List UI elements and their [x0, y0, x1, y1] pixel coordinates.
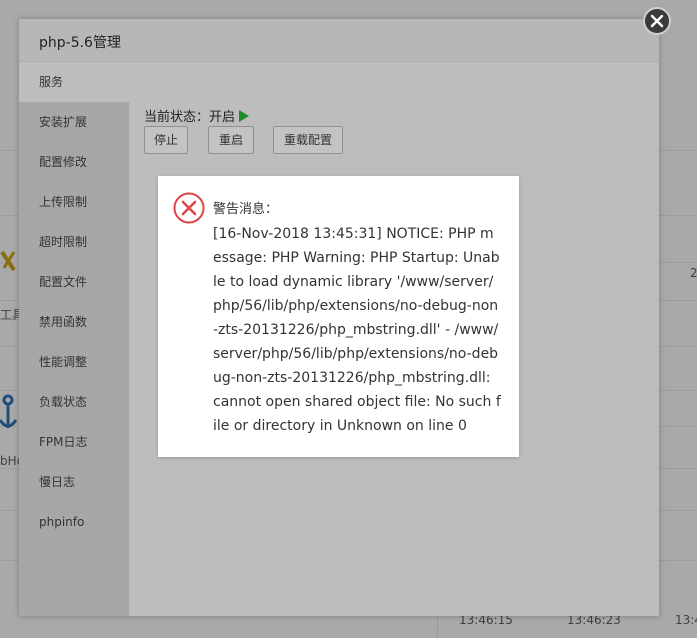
- sidebar-item-install-extension[interactable]: 安装扩展: [19, 102, 129, 142]
- sidebar-item-timeout-limit[interactable]: 超时限制: [19, 222, 129, 262]
- alert-title: 警告消息：: [213, 202, 279, 217]
- sidebar-item-service[interactable]: 服务: [19, 62, 129, 102]
- close-dialog-button[interactable]: [643, 7, 671, 35]
- sidebar-item-load-status[interactable]: 负载状态: [19, 382, 129, 422]
- dialog-titlebar: php-5.6管理: [19, 19, 659, 62]
- sidebar-item-slow-log[interactable]: 慢日志: [19, 462, 129, 502]
- close-icon: [650, 14, 664, 28]
- alert-body: 警告消息： [16-Nov-2018 13:45:31] NOTICE: PHP…: [213, 198, 501, 438]
- alert-message: [16-Nov-2018 13:45:31] NOTICE: PHP messa…: [213, 226, 501, 434]
- warning-alert: 警告消息： [16-Nov-2018 13:45:31] NOTICE: PHP…: [158, 176, 519, 457]
- sidebar-item-fpm-log[interactable]: FPM日志: [19, 422, 129, 462]
- sidebar-item-upload-limit[interactable]: 上传限制: [19, 182, 129, 222]
- sidebar-item-disabled-functions[interactable]: 禁用函数: [19, 302, 129, 342]
- dialog-sidebar: 服务 安装扩展 配置修改 上传限制 超时限制 配置文件 禁用函数 性能调整 负载…: [19, 62, 129, 616]
- error-icon: [173, 192, 205, 224]
- restart-button[interactable]: 重启: [208, 126, 254, 154]
- sidebar-item-config-edit[interactable]: 配置修改: [19, 142, 129, 182]
- stop-button[interactable]: 停止: [144, 126, 188, 154]
- reload-config-button[interactable]: 重载配置: [273, 126, 343, 154]
- status-text: 当前状态：开启: [144, 110, 236, 125]
- dialog-title: php-5.6管理: [39, 35, 121, 51]
- sidebar-item-performance[interactable]: 性能调整: [19, 342, 129, 382]
- sidebar-item-phpinfo[interactable]: phpinfo: [19, 502, 129, 542]
- service-status: 当前状态：开启: [144, 106, 250, 125]
- play-icon: [239, 110, 250, 122]
- sidebar-item-config-file[interactable]: 配置文件: [19, 262, 129, 302]
